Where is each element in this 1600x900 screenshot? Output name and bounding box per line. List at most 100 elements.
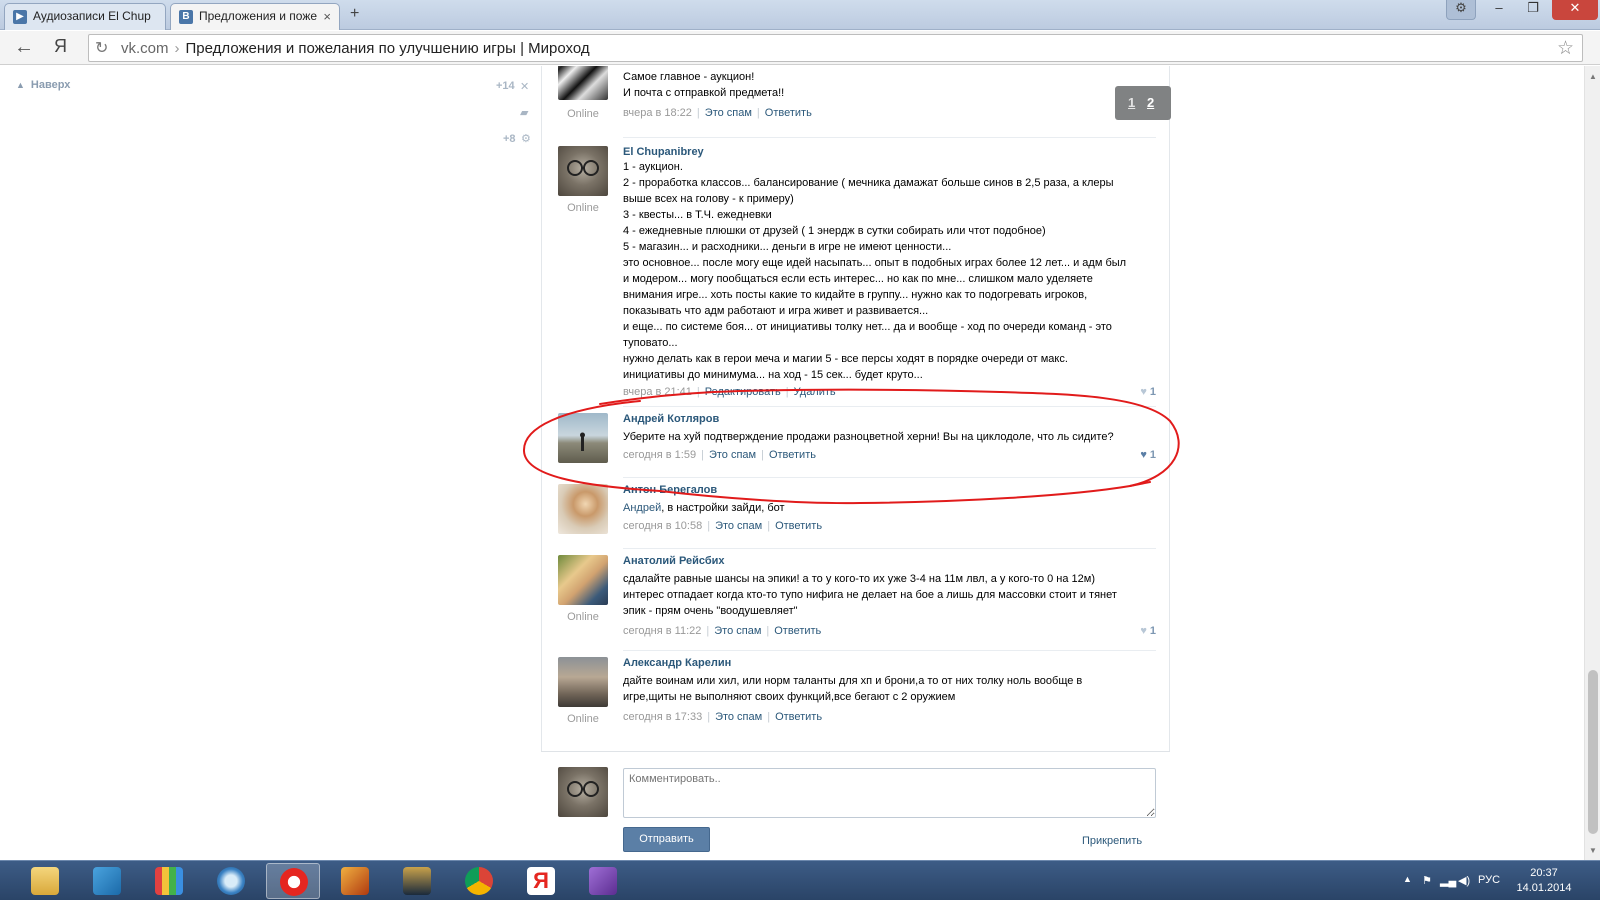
- like-button[interactable]: ♥ 1: [1140, 449, 1156, 461]
- like-button[interactable]: ♥ 1: [1140, 386, 1156, 398]
- rocket-app-icon[interactable]: [80, 863, 134, 899]
- back-to-top-link[interactable]: ▲ Наверх: [16, 79, 70, 91]
- chrome-icon[interactable]: [452, 863, 506, 899]
- send-button[interactable]: Отправить: [623, 827, 710, 852]
- yandex-icon[interactable]: Я: [54, 36, 67, 57]
- edit-link[interactable]: Редактировать: [705, 386, 781, 398]
- comment-line: И почта с отправкой предмета!!: [623, 87, 785, 99]
- keyboard-language[interactable]: РУС: [1478, 874, 1500, 886]
- reply-mention[interactable]: Андрей: [623, 502, 661, 514]
- comment-meta: вчера в 21:41 | Редактировать | Удалить: [623, 386, 836, 398]
- address-bar[interactable]: ↻ vk.com › Предложения и пожелания по улуч…: [88, 34, 1583, 62]
- online-status: Online: [567, 202, 599, 214]
- comment-author[interactable]: El Chupanibrey: [623, 146, 704, 158]
- notification-counter[interactable]: +14: [496, 80, 515, 92]
- windows-taskbar: Я ▲ ⚑ ▂▄ ◀) РУС 20:37 14.01.2014: [0, 860, 1600, 900]
- like-count: 1: [1149, 386, 1156, 398]
- attach-link[interactable]: Прикрепить: [1082, 835, 1142, 847]
- tray-flag-icon[interactable]: ⚑: [1422, 874, 1432, 887]
- comment-text: сдалайте равные шансы на эпики! а то у к…: [623, 571, 1143, 619]
- comment-author[interactable]: Антон Берегалов: [623, 484, 717, 496]
- spam-link[interactable]: Это спам: [714, 625, 761, 637]
- back-button[interactable]: ←: [14, 36, 34, 59]
- yandex-icon[interactable]: Я: [514, 863, 568, 899]
- tab-title: Предложения и поже: [199, 9, 318, 23]
- bookmark-star-icon[interactable]: ☆: [1557, 37, 1574, 60]
- comment-text: 1 - аукцион. 2 - проработка классов... б…: [623, 159, 1143, 383]
- comment-line: дайте воинам или хил, или норм таланты д…: [623, 675, 1083, 687]
- my-avatar-cat-icon[interactable]: [558, 767, 608, 817]
- comment-author[interactable]: Анатолий Рейсбих: [623, 555, 725, 567]
- avatar[interactable]: [558, 555, 608, 605]
- system-clock[interactable]: 20:37 14.01.2014: [1514, 866, 1574, 896]
- settings-icon[interactable]: ⚙: [1446, 0, 1476, 20]
- reply-link[interactable]: Ответить: [769, 449, 816, 461]
- tab-title: Аудиозаписи El Chup: [33, 9, 151, 23]
- comment-line: 4 - ежедневные плюшки от друзей ( 1 энер…: [623, 225, 1046, 237]
- avatar[interactable]: [558, 66, 608, 100]
- download-app-icon[interactable]: [204, 863, 258, 899]
- scrollbar-thumb[interactable]: [1588, 670, 1598, 834]
- close-window-button[interactable]: ✕: [1552, 0, 1598, 20]
- comment-time[interactable]: сегодня в 10:58: [623, 520, 702, 532]
- comment-time[interactable]: сегодня в 17:33: [623, 711, 702, 723]
- tab-suggestions[interactable]: В Предложения и поже ×: [170, 3, 340, 30]
- scroll-up-icon[interactable]: ▲: [1589, 72, 1597, 81]
- yandex-browser-icon[interactable]: [266, 863, 320, 899]
- avatar[interactable]: [558, 484, 608, 534]
- avatar[interactable]: [558, 657, 608, 707]
- comment-author[interactable]: Андрей Котляров: [623, 413, 719, 425]
- comment-input[interactable]: [623, 768, 1156, 818]
- browser-toolbar: ← Я ↻ vk.com › Предложения и пожелания по …: [0, 31, 1600, 65]
- comment-time[interactable]: сегодня в 11:22: [623, 625, 701, 637]
- new-tab-button[interactable]: +: [350, 5, 359, 23]
- network-icon[interactable]: ▂▄: [1440, 874, 1456, 887]
- tray-chevron-icon[interactable]: ▲: [1403, 874, 1412, 884]
- league-of-legends-icon[interactable]: [390, 863, 444, 899]
- group-counter[interactable]: +8: [503, 133, 516, 145]
- gear-icon[interactable]: ⚙: [521, 132, 531, 145]
- online-status: Online: [567, 713, 599, 725]
- reload-icon[interactable]: ↻: [95, 38, 108, 58]
- comment-author[interactable]: Александр Карелин: [623, 657, 731, 669]
- page-scrollbar[interactable]: ▲ ▼: [1584, 66, 1600, 860]
- spam-link[interactable]: Это спам: [705, 107, 752, 119]
- delete-link[interactable]: Удалить: [794, 386, 836, 398]
- volume-icon[interactable]: ◀): [1458, 874, 1470, 887]
- message-icon[interactable]: ▰: [520, 106, 528, 119]
- divider: [623, 406, 1156, 407]
- spam-link[interactable]: Это спам: [715, 711, 762, 723]
- browser-tab-strip: ▶ Аудиозаписи El Chup В Предложения и по…: [0, 0, 1600, 30]
- close-tab-icon[interactable]: ×: [323, 9, 331, 24]
- heart-icon: ♥: [1140, 449, 1147, 461]
- reply-link[interactable]: Ответить: [775, 520, 822, 532]
- spam-link[interactable]: Это спам: [709, 449, 756, 461]
- close-icon[interactable]: ✕: [520, 80, 529, 93]
- comment-line: инициативы до минимума... на ход - 15 се…: [623, 369, 923, 381]
- avatar[interactable]: [558, 413, 608, 463]
- url-text[interactable]: vk.com › Предложения и пожелания по улучше…: [121, 40, 590, 57]
- scroll-down-icon[interactable]: ▼: [1589, 846, 1597, 855]
- reply-link[interactable]: Ответить: [775, 711, 822, 723]
- avatar-cat-icon[interactable]: [558, 146, 608, 196]
- comment-line: Самое главное - аукцион!: [623, 71, 755, 83]
- file-explorer-icon[interactable]: [18, 863, 72, 899]
- reply-link[interactable]: Ответить: [774, 625, 821, 637]
- restore-button[interactable]: ❐: [1518, 0, 1548, 20]
- like-button[interactable]: ♥ 1: [1140, 625, 1156, 637]
- comment-line: выше всех на голову - к примеру): [623, 193, 794, 205]
- comment-time[interactable]: сегодня в 1:59: [623, 449, 696, 461]
- visual-studio-icon[interactable]: [576, 863, 630, 899]
- game-n-icon[interactable]: [328, 863, 382, 899]
- like-count: 1: [1149, 449, 1156, 461]
- tab-audio[interactable]: ▶ Аудиозаписи El Chup: [4, 3, 166, 30]
- url-page-title: Предложения и пожелания по улучшению игр…: [185, 40, 590, 57]
- minimize-button[interactable]: –: [1484, 0, 1514, 20]
- comment-text: Самое главное - аукцион! И почта с отпра…: [623, 69, 1143, 101]
- spam-link[interactable]: Это спам: [715, 520, 762, 532]
- comment-time[interactable]: вчера в 21:41: [623, 386, 692, 398]
- comment: Online Анатолий Рейсбих сдалайте равные …: [558, 555, 1156, 645]
- comment-time[interactable]: вчера в 18:22: [623, 107, 692, 119]
- color-grid-app-icon[interactable]: [142, 863, 196, 899]
- reply-link[interactable]: Ответить: [765, 107, 812, 119]
